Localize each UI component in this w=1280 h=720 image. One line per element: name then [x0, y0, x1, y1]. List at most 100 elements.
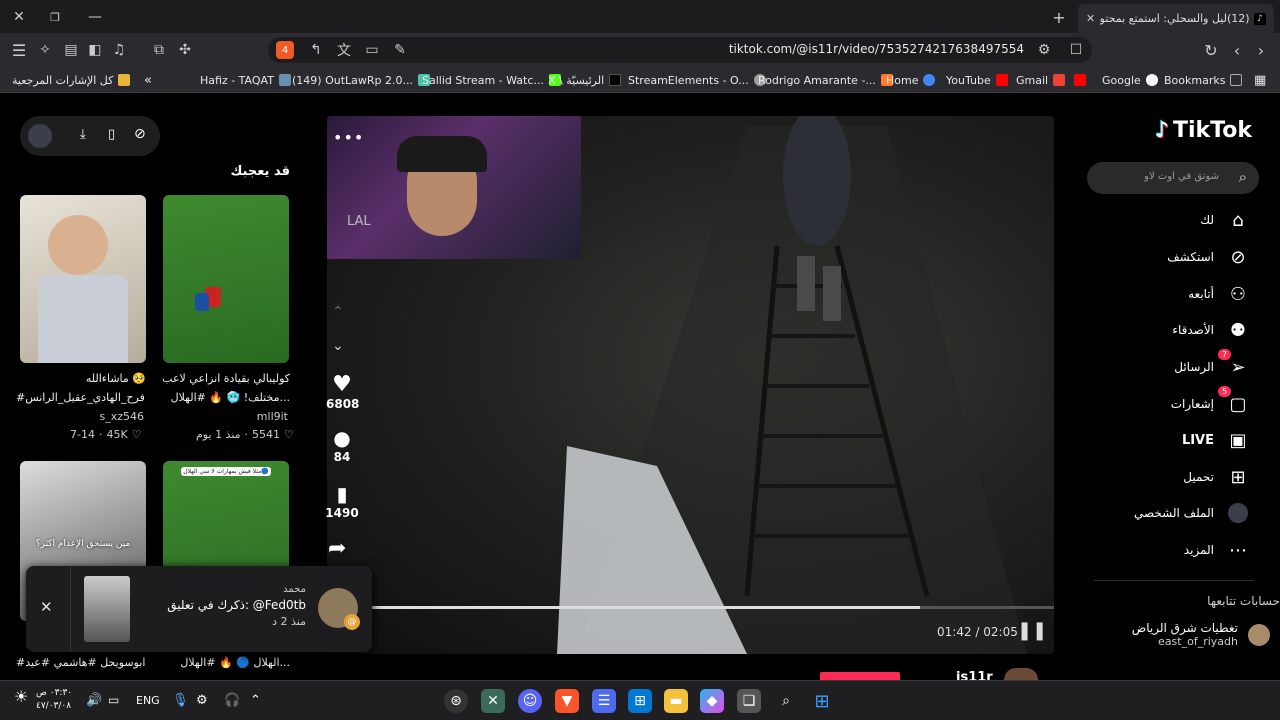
compass-icon[interactable]: ⊘: [134, 126, 146, 142]
screenshot-icon[interactable]: ⧉: [148, 39, 170, 61]
tiktok-logo[interactable]: ♪ TikTok: [1155, 118, 1252, 143]
xbox-app-icon[interactable]: ✕: [481, 689, 505, 713]
recommended-caption[interactable]: الهلال 🔵 🔥 #الهلال...: [160, 656, 290, 669]
recommended-username[interactable]: s_xz546: [16, 410, 144, 423]
previous-video-icon[interactable]: ⌃: [332, 304, 344, 320]
planner-app-icon[interactable]: ☰: [592, 689, 616, 713]
pen-icon[interactable]: ✎: [390, 40, 410, 60]
sidebar-item-live[interactable]: LIVE ▣: [1182, 428, 1250, 452]
brave-app-icon[interactable]: ▼: [555, 689, 579, 713]
recommended-caption[interactable]: #ابوسويحل #هاشمي #عيد...: [16, 656, 146, 669]
restore-window-icon[interactable]: ❐: [44, 6, 66, 28]
bookmark-item[interactable]: Bookmarks: [1164, 67, 1243, 93]
tray-overflow-icon[interactable]: ⌃: [250, 693, 261, 708]
openai-app-icon[interactable]: ⊛: [444, 689, 468, 713]
more-options-icon[interactable]: •••: [333, 128, 364, 147]
extensions-icon[interactable]: ✣: [174, 39, 196, 61]
clock[interactable]: ٠٣:٣٠ ص ٤٧/٠٣/٠٨: [36, 687, 72, 713]
more-bookmarks-icon[interactable]: «: [144, 67, 152, 93]
back-icon[interactable]: ›: [1250, 39, 1272, 61]
next-video-icon[interactable]: ⌄: [332, 338, 344, 354]
bookmark-item[interactable]: X \ الرئيسيّة: [548, 67, 622, 93]
video-player[interactable]: LAL ••• 01:42 / 02:05 ❚❚: [327, 116, 1054, 654]
pause-icon[interactable]: ❚❚: [1017, 620, 1047, 641]
mobile-icon[interactable]: ▯: [108, 127, 115, 142]
recommended-video-thumbnail[interactable]: [20, 195, 146, 363]
bookmark-item[interactable]: (149) OutLawRp 2.0...: [292, 67, 430, 93]
recommended-caption[interactable]: #فرح_الهادي_عقيل_الرانس...: [16, 391, 146, 404]
menu-icon[interactable]: ☰: [8, 39, 30, 61]
search-icon[interactable]: ⌕: [1239, 168, 1247, 186]
recommended-username[interactable]: mll9it: [160, 410, 288, 423]
search-icon[interactable]: ⌕: [774, 689, 798, 713]
sidebar-item-more[interactable]: المزيد ⋯: [1184, 538, 1250, 562]
sidebar-toggle-icon[interactable]: ◧: [84, 39, 106, 61]
bookmarks-menu-icon[interactable]: ▦: [1254, 67, 1266, 93]
reload-icon[interactable]: ↻: [1200, 39, 1222, 61]
steam-tray-icon[interactable]: ⚙: [196, 693, 208, 708]
microphone-icon[interactable]: 🎙: [172, 693, 189, 708]
recommended-video-thumbnail[interactable]: [163, 195, 289, 363]
language-indicator[interactable]: ENG: [136, 694, 160, 707]
like-button[interactable]: ♥ 6808: [326, 372, 359, 411]
notification-toast[interactable]: ✕ محمد ذكرك في تعليق: @Fed0tb منذ 2 د @: [26, 566, 372, 652]
download-icon[interactable]: ⤓: [80, 127, 86, 142]
bookmark-item[interactable]: Home: [886, 67, 936, 93]
music-icon[interactable]: ♫: [108, 39, 130, 61]
sidebar-item-following[interactable]: أتابعه ⚇: [1188, 282, 1250, 306]
network-icon[interactable]: ▭: [108, 693, 119, 707]
cast-icon[interactable]: ▭: [362, 40, 382, 60]
volume-icon[interactable]: 🔊: [86, 693, 102, 708]
share-arrow-icon[interactable]: ➦: [328, 536, 346, 561]
progress-track[interactable]: [327, 606, 1054, 609]
close-window-icon[interactable]: ✕: [8, 6, 30, 28]
wallet-icon[interactable]: ▤: [60, 39, 82, 61]
recommended-caption[interactable]: كوليبالي بقيادة انزاعي لاعب: [160, 372, 290, 385]
weather-icon[interactable]: ☀: [14, 687, 28, 706]
headset-tray-icon[interactable]: 🎧: [224, 693, 240, 708]
bookmark-item[interactable]: YouTube: [946, 67, 1008, 93]
close-icon[interactable]: ✕: [40, 598, 53, 616]
share-icon[interactable]: ↰: [306, 40, 326, 60]
active-tab[interactable]: ✕ (12)ليل والسحلي: استمتع بمحتو ♪: [1078, 4, 1274, 33]
sidebar-item-friends[interactable]: الأصدقاء ⚉: [1172, 318, 1250, 342]
sidebar-item-explore[interactable]: استكشف ⊘: [1167, 245, 1250, 269]
address-bar[interactable]: 4 ↰ 文 ▭ ✎ tiktok.com/@is11r/video/753527…: [268, 37, 1092, 63]
brave-shields-icon[interactable]: 4: [276, 41, 294, 59]
search-bar[interactable]: ⌕ شوتق في اوت لاو: [1087, 162, 1259, 194]
following-account-item[interactable]: تغطيات شرق الرياض east_of_riyadh: [1132, 621, 1270, 648]
translate-icon[interactable]: 文: [334, 40, 354, 60]
bookmark-item[interactable]: StreamElements - O...: [628, 67, 766, 93]
sidebar-item-profile[interactable]: الملف الشخصي: [1134, 501, 1250, 525]
bookmark-item[interactable]: Gmail: [1016, 67, 1066, 93]
site-settings-icon[interactable]: ⚙: [1034, 40, 1054, 60]
store-app-icon[interactable]: ⊞: [628, 689, 652, 713]
recommended-caption[interactable]: مختلف! 🥶 🔥 #الهلال...: [160, 391, 290, 404]
bookmark-label: (149) OutLawRp 2.0...: [292, 73, 413, 87]
sidebar-item-upload[interactable]: تحميل ⊞: [1183, 465, 1250, 489]
sidebar-item-for-you[interactable]: لك ⌂: [1200, 208, 1250, 232]
start-menu-icon[interactable]: ⊞: [810, 689, 834, 713]
save-button[interactable]: ▮ 1490: [320, 482, 364, 520]
bookmark-item[interactable]: Hafiz - TAQAT: [200, 67, 291, 93]
sidebar-item-messages[interactable]: الرسائل ➢ 7: [1174, 349, 1250, 379]
close-tab-icon[interactable]: ✕: [1086, 12, 1095, 25]
file-explorer-icon[interactable]: ▬: [664, 689, 688, 713]
bookmark-item[interactable]: Sallid Stream - Watc...: [422, 67, 561, 93]
comment-button[interactable]: ● 84: [326, 426, 358, 464]
task-view-icon[interactable]: ❏: [737, 689, 761, 713]
leo-ai-icon[interactable]: ✧: [34, 39, 56, 61]
forward-icon[interactable]: ‹: [1226, 39, 1248, 61]
avatar[interactable]: [28, 124, 52, 148]
sidebar-item-notifications[interactable]: إشعارات ▢ 5: [1171, 386, 1250, 416]
bookmark-icon[interactable]: ☐: [1066, 40, 1086, 60]
recommended-caption[interactable]: ماشاءالله 🥺: [16, 372, 146, 385]
minimize-window-icon[interactable]: —: [84, 6, 106, 28]
discord-app-icon[interactable]: ☺: [518, 689, 542, 713]
copilot-app-icon[interactable]: ◆: [700, 689, 724, 713]
bookmark-item[interactable]: Rodrigo Amarante -...: [758, 67, 893, 93]
new-tab-icon[interactable]: +: [1048, 6, 1070, 28]
bookmark-item[interactable]: Google: [1074, 67, 1158, 93]
all-bookmarks-folder[interactable]: كل الإشارات المرجعية: [12, 67, 131, 93]
follow-button[interactable]: [820, 672, 900, 680]
